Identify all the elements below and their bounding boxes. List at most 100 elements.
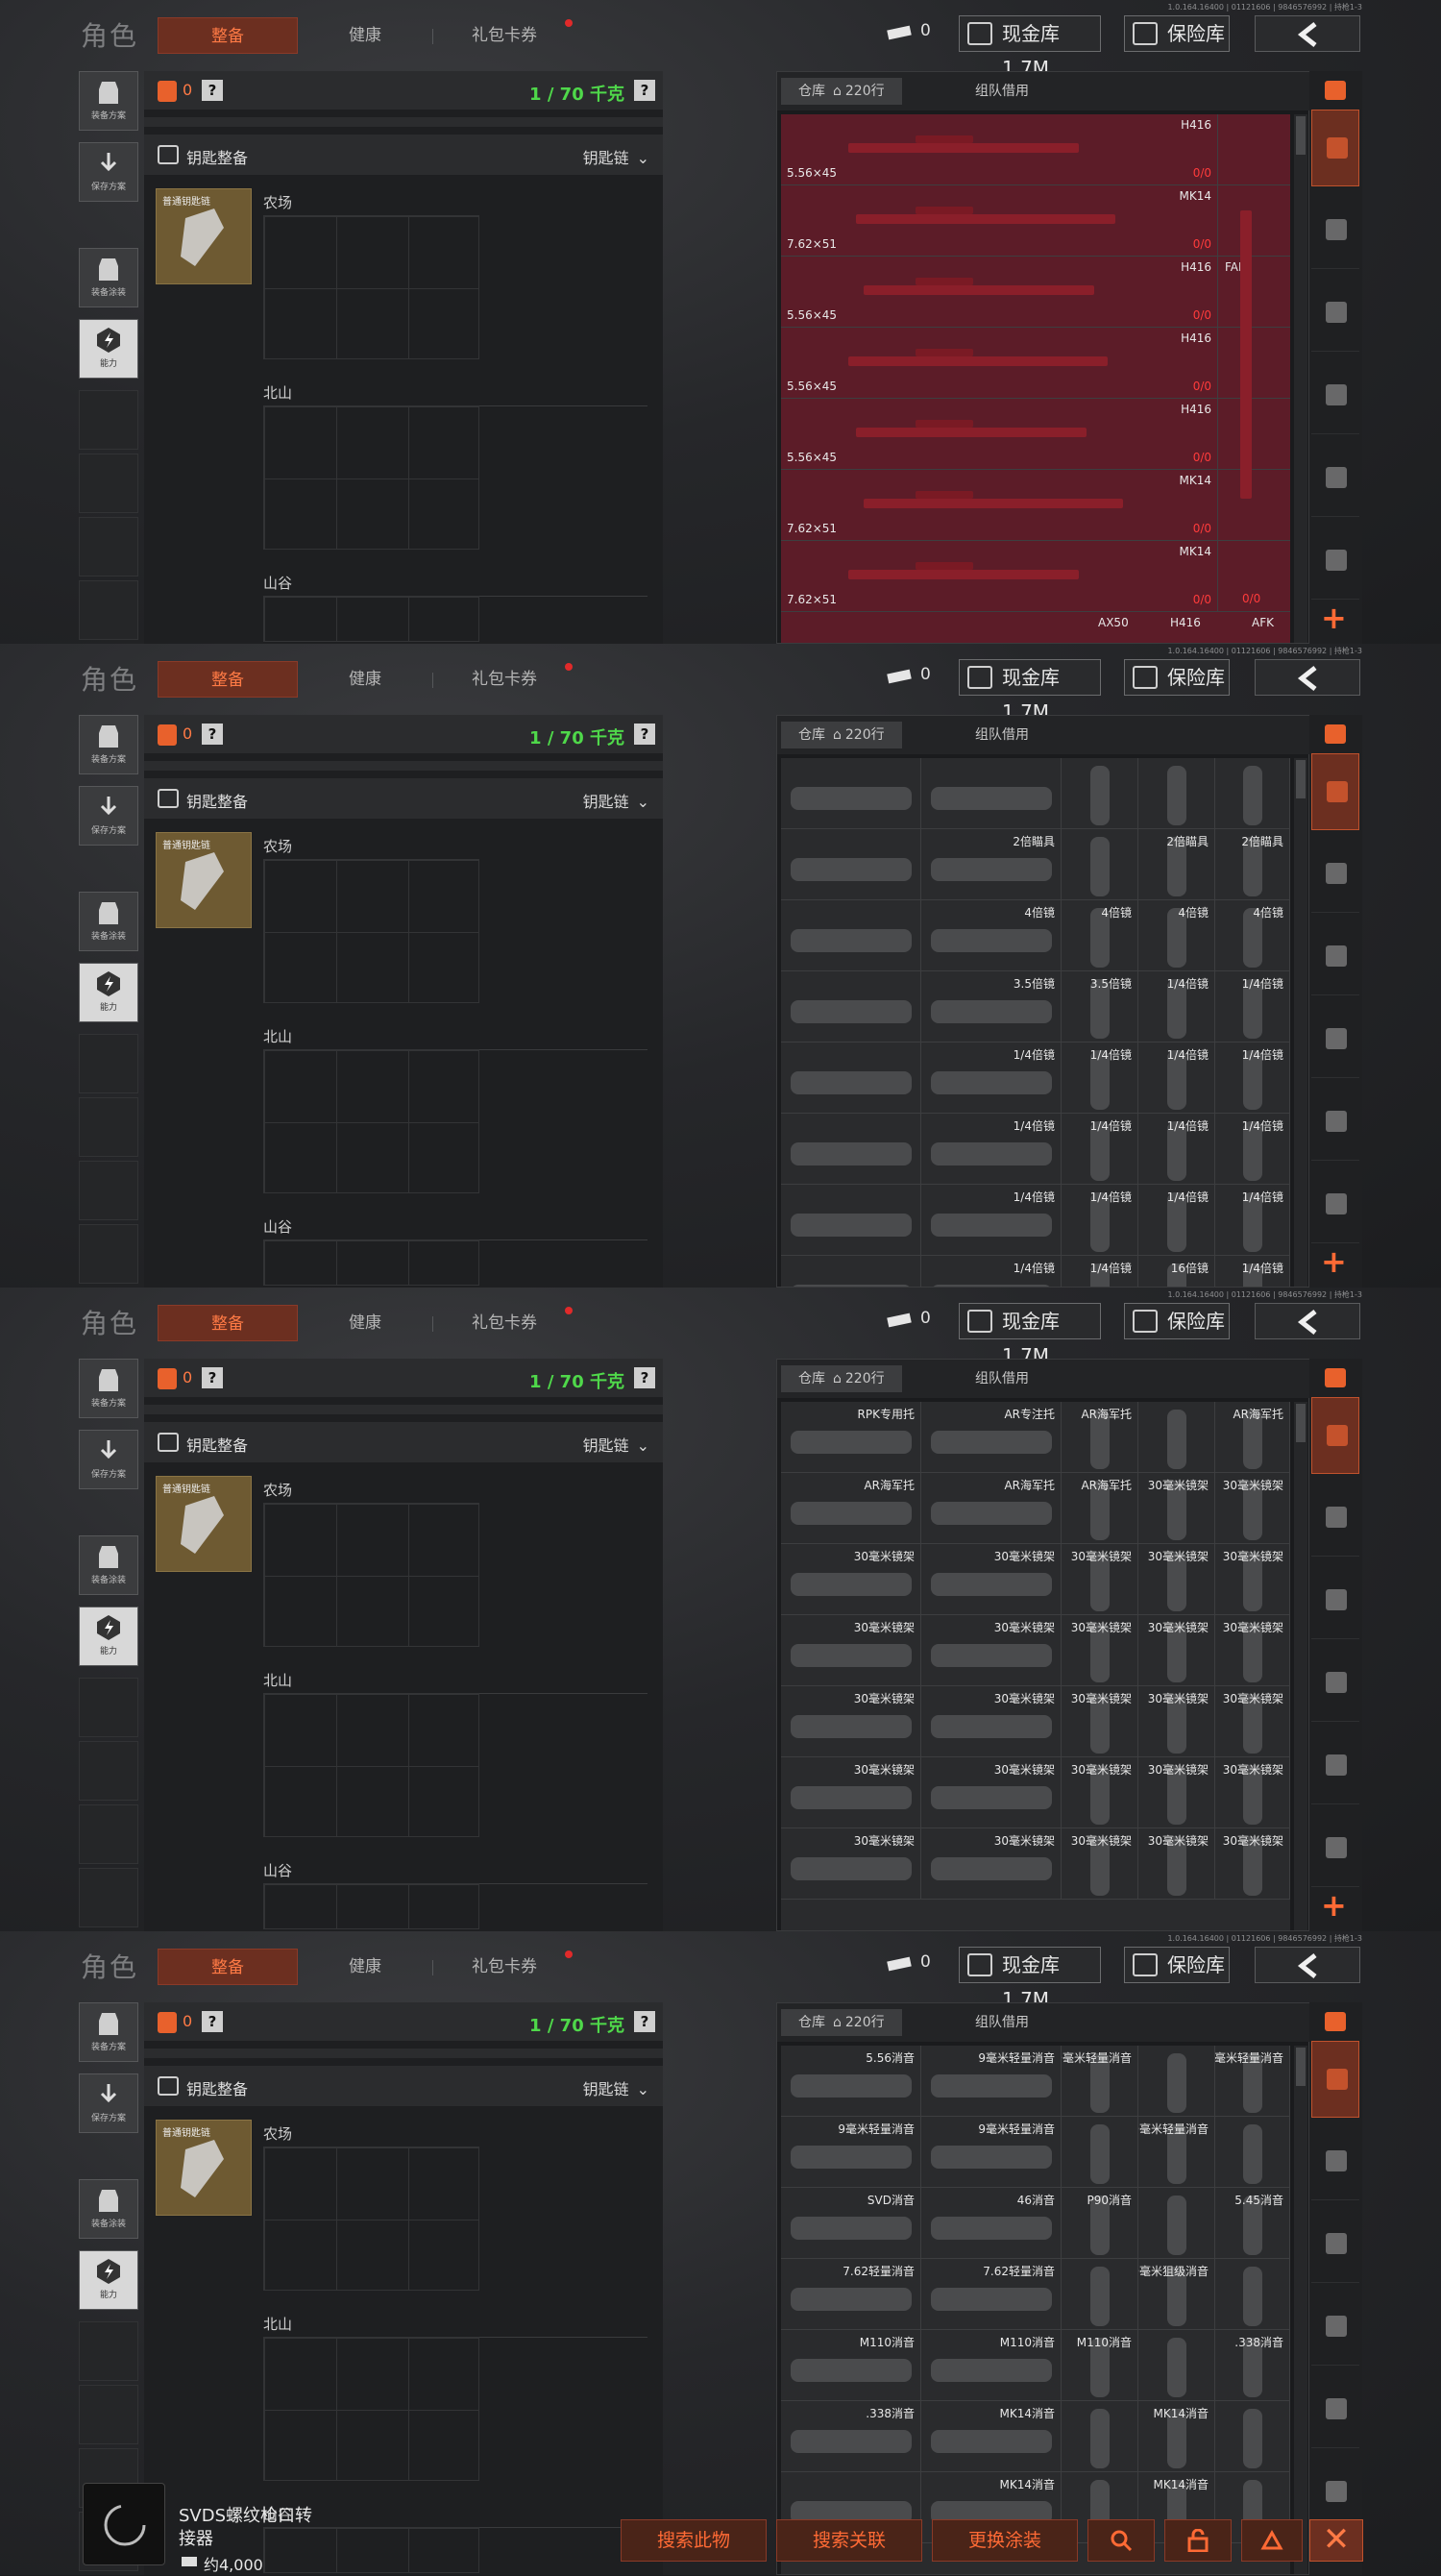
item-cell[interactable]	[1062, 2259, 1138, 2330]
key-slot-grid[interactable]	[263, 215, 479, 359]
item-cell[interactable]: 7.62轻量消音	[781, 2259, 921, 2330]
item-cell[interactable]: AR海军托	[1215, 1402, 1290, 1473]
add-category-icon[interactable]: +	[1321, 600, 1347, 636]
item-cell[interactable]: 4倍镜	[1138, 900, 1215, 971]
key-slot-grid[interactable]	[263, 1883, 479, 1929]
category-gear[interactable]	[1311, 1480, 1359, 1557]
item-cell[interactable]	[921, 758, 1062, 829]
item-cell[interactable]: 30毫米镜架	[1138, 1544, 1215, 1615]
item-cell[interactable]: 30毫米镜架	[1062, 1615, 1138, 1686]
tab-health[interactable]: 健康	[317, 661, 413, 698]
item-cell[interactable]: 30毫米镜架	[921, 1828, 1062, 1900]
search-related-button[interactable]: 搜索关联	[776, 2519, 922, 2562]
scrollbar-thumb[interactable]	[1296, 116, 1306, 155]
item-cell[interactable]: 7.62轻量消音	[921, 2259, 1062, 2330]
item-cell[interactable]: MK14消音	[1138, 2401, 1215, 2472]
item-cell[interactable]	[1138, 2046, 1215, 2117]
help-icon[interactable]: ?	[634, 1367, 655, 1388]
tab-team-borrow[interactable]: 组队借用	[975, 2009, 1029, 2036]
key-slot-grid[interactable]	[263, 1503, 479, 1647]
layers-icon[interactable]	[1325, 1368, 1346, 1387]
scrollbar-thumb[interactable]	[1296, 2048, 1306, 2086]
item-cell[interactable]	[1215, 2401, 1290, 2472]
item-cell[interactable]: 30毫米镜架	[1062, 1757, 1138, 1828]
item-cell[interactable]: 30毫米镜架	[1215, 1544, 1290, 1615]
weapon-cell[interactable]: H416 5.56×45 0/0	[781, 257, 1218, 328]
search-button[interactable]	[1087, 2519, 1155, 2562]
item-cell[interactable]: 30毫米镜架	[921, 1544, 1062, 1615]
item-cell[interactable]: 5.45消音	[1215, 2188, 1290, 2259]
item-cell[interactable]: 30毫米镜架	[921, 1757, 1062, 1828]
key-slot-grid[interactable]	[263, 2337, 479, 2481]
save-plan-button[interactable]: 保存方案	[79, 142, 138, 202]
tab-warehouse[interactable]: 仓库 ⌂ 220行	[781, 2009, 902, 2036]
item-cell[interactable]: 5.56消音	[781, 2046, 921, 2117]
category-ammo[interactable]	[1311, 2371, 1359, 2448]
item-cell[interactable]: 1/4倍镜	[921, 1185, 1062, 1256]
weapon-row[interactable]: H416 5.56×45 0/0	[781, 328, 1290, 399]
item-cell[interactable]: 46消音	[921, 2188, 1062, 2259]
save-plan-button[interactable]: 保存方案	[79, 786, 138, 846]
item-cell[interactable]: 9毫米轻量消音	[921, 2117, 1062, 2188]
category-attachment[interactable]	[1311, 523, 1359, 600]
item-cell[interactable]: 4倍镜	[1062, 900, 1138, 971]
item-cell[interactable]: 1/4倍镜	[1215, 1256, 1290, 1287]
item-cell[interactable]: AR海军托	[1062, 1473, 1138, 1544]
tab-health[interactable]: 健康	[317, 1305, 413, 1341]
item-cell[interactable]	[781, 758, 921, 829]
tab-gift-vouchers[interactable]: 礼包卡券	[452, 661, 557, 698]
item-cell[interactable]: 1/4倍镜	[1215, 1114, 1290, 1185]
keychain-row[interactable]: 钥匙整备 钥匙链 ⌄	[144, 2066, 663, 2106]
help-icon[interactable]: ?	[202, 724, 223, 745]
item-cell[interactable]	[1138, 1402, 1215, 1473]
help-icon[interactable]: ?	[202, 1367, 223, 1388]
item-cell[interactable]: 30毫米镜架	[781, 1686, 921, 1757]
item-cell[interactable]	[781, 829, 921, 900]
weapon-row[interactable]: MK14 7.62×51 0/0	[781, 185, 1290, 257]
weapon-cell[interactable]: H416 5.56×45 0/0	[781, 114, 1218, 185]
item-cell[interactable]	[781, 971, 921, 1043]
item-cell[interactable]: M110消音	[781, 2330, 921, 2401]
item-cell[interactable]: .338消音	[1215, 2330, 1290, 2401]
item-cell[interactable]: 30毫米镜架	[1138, 1686, 1215, 1757]
item-cell[interactable]: 9毫米狙级消音	[1138, 2259, 1215, 2330]
category-gear[interactable]	[1311, 2123, 1359, 2200]
item-cell[interactable]	[1215, 758, 1290, 829]
item-cell[interactable]: 30毫米镜架	[1215, 1828, 1290, 1900]
ability-button[interactable]: 能力	[79, 1607, 138, 1666]
cash-vault-button[interactable]: 现金库 1.7M	[959, 659, 1101, 724]
item-cell[interactable]: 1/4倍镜	[1138, 1114, 1215, 1185]
item-cell[interactable]: .338消音	[781, 2401, 921, 2472]
help-icon[interactable]: ?	[202, 80, 223, 101]
category-ammo[interactable]	[1311, 440, 1359, 517]
item-cell[interactable]: 9毫米轻量消音	[781, 2117, 921, 2188]
equip-plan-button[interactable]: 装备方案	[79, 71, 138, 131]
back-button[interactable]	[1255, 1303, 1360, 1339]
item-cell[interactable]: 9毫米轻量消音	[1138, 2117, 1215, 2188]
tab-equip[interactable]: 整备	[158, 1949, 298, 1985]
item-cell[interactable]: 2倍瞄具	[921, 829, 1062, 900]
keychain-row[interactable]: 钥匙整备 钥匙链 ⌄	[144, 1422, 663, 1462]
scrollbar-thumb[interactable]	[1296, 1404, 1306, 1442]
tab-gift-vouchers[interactable]: 礼包卡券	[452, 1949, 557, 1985]
item-cell[interactable]: 30毫米镜架	[781, 1615, 921, 1686]
keychain-item[interactable]: 普通钥匙链	[156, 832, 252, 928]
weapon-cell[interactable]: MK14 7.62×51 0/0	[781, 185, 1218, 257]
weapon-row[interactable]: H416 5.56×45 0/0 FAL	[781, 257, 1290, 328]
item-cell[interactable]: 1/4倍镜	[1215, 971, 1290, 1043]
tab-equip[interactable]: 整备	[158, 1305, 298, 1341]
item-cell[interactable]: 3.5倍镜	[921, 971, 1062, 1043]
item-cell[interactable]: AR海军托	[781, 1473, 921, 1544]
key-slot-grid[interactable]	[263, 1693, 479, 1837]
category-magazine[interactable]	[1311, 1001, 1359, 1078]
help-icon[interactable]: ?	[634, 80, 655, 101]
item-cell[interactable]: AR海军托	[1062, 1402, 1138, 1473]
equip-skin-button[interactable]: 装备涂装	[79, 1535, 138, 1595]
keychain-row[interactable]: 钥匙整备 钥匙链 ⌄	[144, 778, 663, 819]
key-slot-grid[interactable]	[263, 1049, 479, 1193]
safe-box-button[interactable]: 保险库	[1124, 1947, 1230, 1983]
upgrade-button[interactable]	[1241, 2519, 1303, 2562]
safe-box-button[interactable]: 保险库	[1124, 1303, 1230, 1339]
item-cell[interactable]: 16倍镜	[1138, 1256, 1215, 1287]
key-slot-grid[interactable]	[263, 859, 479, 1003]
